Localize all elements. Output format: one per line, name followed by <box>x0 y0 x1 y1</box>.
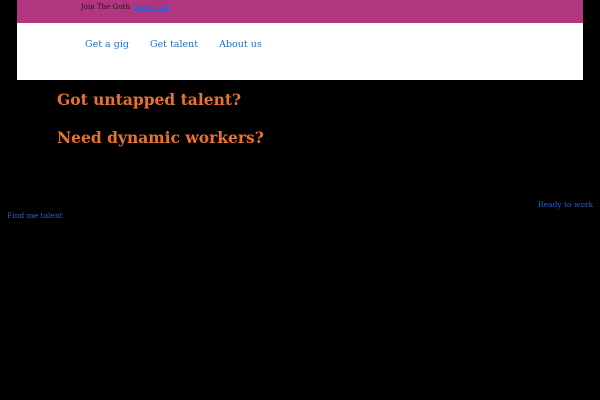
nav-item-about-us[interactable]: About us <box>219 39 262 51</box>
main-nav: Get a gig Get talent About us <box>85 39 283 51</box>
top-banner-text: Join The Guth Bepay Job <box>81 3 170 12</box>
nav-item-get-talent[interactable]: Get talent <box>150 39 198 51</box>
nav-item-get-a-gig[interactable]: Get a gig <box>85 39 129 51</box>
page: Join The Guth Bepay Job Get a gig Get ta… <box>0 0 600 400</box>
find-me-talent-link[interactable]: Find me talent <box>7 211 63 220</box>
hero-headline-workers: Need dynamic workers? <box>57 128 264 147</box>
top-banner-link[interactable]: Bepay Job <box>134 3 170 11</box>
top-banner-label: Join The Guth <box>81 3 130 11</box>
site-header <box>17 23 583 80</box>
top-banner: Join The Guth Bepay Job <box>17 0 583 23</box>
hero-headline-talent: Got untapped talent? <box>57 90 242 109</box>
ready-to-work-link[interactable]: Ready to work <box>538 200 593 209</box>
